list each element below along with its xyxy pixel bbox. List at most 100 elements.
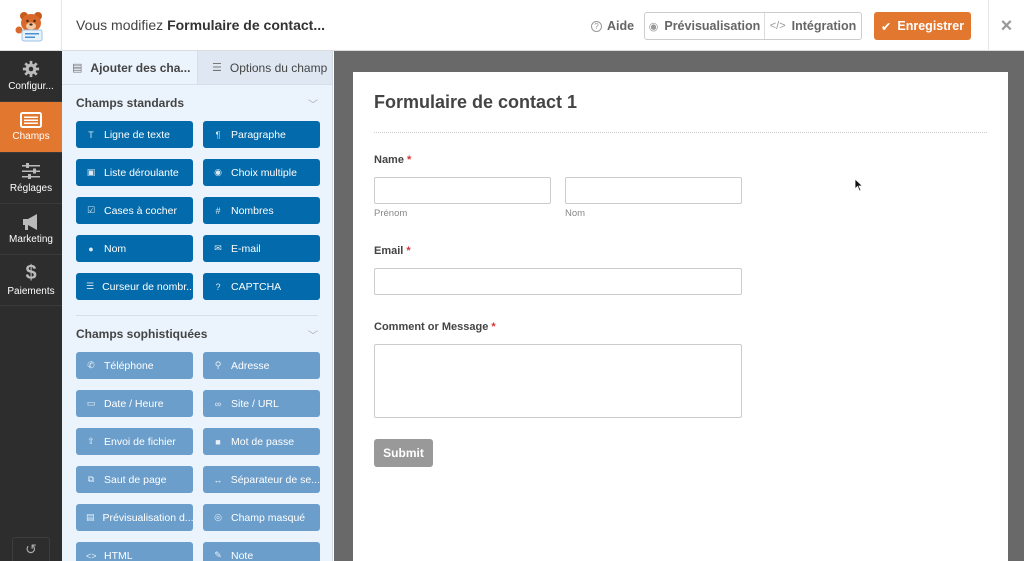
field-button-password[interactable]: ■ Mot de passe [203, 428, 320, 455]
message-field-label[interactable]: Comment or Message * [374, 321, 496, 333]
field-button-multiple-choice[interactable]: ◉ Choix multiple [203, 159, 320, 186]
form-name: Formulaire de contact... [167, 17, 325, 33]
form-preview-area: Formulaire de contact 1 Name * Prénom Nom… [334, 51, 1024, 561]
nav-item-setup[interactable]: Configur... [0, 51, 62, 102]
close-button[interactable]: × [988, 0, 1024, 51]
tab-field-options[interactable]: ☰ Options du champ [198, 51, 332, 84]
phone-icon: ✆ [87, 360, 95, 370]
gear-icon [22, 60, 40, 78]
code-icon: <> [86, 550, 97, 561]
wpforms-logo [0, 0, 62, 51]
text-icon: T [88, 129, 94, 140]
envelope-icon: ✉ [214, 243, 222, 253]
dollar-icon: $ [25, 262, 37, 284]
nav-item-fields[interactable]: Champs [0, 102, 62, 153]
check-icon: ✔ [880, 19, 892, 34]
last-name-input[interactable] [565, 177, 742, 204]
close-icon: × [1000, 14, 1013, 37]
help-link[interactable]: ? Aide [591, 19, 634, 33]
field-button-section-divider[interactable]: ↔ Séparateur de se... [203, 466, 320, 493]
sliders-icon [22, 163, 40, 179]
radio-icon: ◉ [214, 167, 222, 177]
field-button-date-time[interactable]: ▭ Date / Heure [76, 390, 193, 417]
advanced-fields-grid: ✆ Téléphone ⚲ Adresse ▭ Date / Heure ∞ Site … [62, 352, 332, 561]
slider-icon: ☰ [86, 281, 95, 291]
field-button-number-slider[interactable]: ☰ Curseur de nombr... [76, 273, 193, 300]
field-button-address[interactable]: ⚲ Adresse [203, 352, 320, 379]
field-button-dropdown[interactable]: ▣ Liste déroulante [76, 159, 193, 186]
field-button-file-upload[interactable]: ⇧ Envoi de fichier [76, 428, 193, 455]
field-button-entry-preview[interactable]: ▤ Prévisualisation d... [76, 504, 193, 531]
field-button-paragraph[interactable]: ¶ Paragraphe [203, 121, 320, 148]
standard-fields-header[interactable]: Champs standards ﹀ [62, 85, 332, 121]
hash-icon: # [215, 205, 221, 216]
embed-button[interactable]: </> Intégration [765, 13, 861, 39]
field-button-html[interactable]: <> HTML [76, 542, 193, 561]
last-name-sublabel: Nom [565, 208, 586, 219]
link-icon: ∞ [214, 398, 222, 409]
code-icon: </> [769, 20, 786, 32]
builder-nav: Configur... Champs Réglages Marketing $ … [0, 51, 62, 561]
field-button-text[interactable]: T Ligne de texte [76, 121, 193, 148]
file-icon: ▤ [86, 512, 95, 522]
lock-icon: ■ [215, 436, 221, 447]
submit-button[interactable]: Submit [374, 439, 433, 467]
sliders-icon: ☰ [212, 62, 222, 74]
email-input[interactable] [374, 268, 742, 295]
checkbox-icon: ☑ [86, 205, 96, 215]
calendar-icon: ▭ [86, 398, 96, 408]
nav-item-payments[interactable]: $ Paiements [0, 255, 62, 306]
nav-item-marketing[interactable]: Marketing [0, 204, 62, 255]
message-textarea[interactable] [374, 344, 742, 418]
pencil-icon: ✎ [214, 550, 222, 560]
paragraph-icon: ¶ [215, 129, 221, 140]
eye-icon: ◉ [648, 20, 659, 33]
field-button-hidden-field[interactable]: ◎ Champ masqué [203, 504, 320, 531]
page-title: Vous modifiez Formulaire de contact... [76, 17, 325, 33]
list-icon: ▤ [72, 62, 83, 74]
nav-item-settings[interactable]: Réglages [0, 153, 62, 204]
form-preview: Formulaire de contact 1 Name * Prénom Nom… [353, 72, 1008, 561]
field-button-checkboxes[interactable]: ☑ Cases à cocher [76, 197, 193, 224]
field-button-name[interactable]: ● Nom [76, 235, 193, 262]
advanced-fields-header[interactable]: Champs sophistiquées ﹀ [62, 316, 332, 352]
field-button-note[interactable]: ✎ Note [203, 542, 320, 561]
chevron-down-icon: ﹀ [308, 330, 318, 342]
first-name-input[interactable] [374, 177, 551, 204]
field-button-captcha[interactable]: ? CAPTCHA [203, 273, 320, 300]
arrows-horizontal-icon: ↔ [213, 474, 223, 485]
fields-panel: ▤ Ajouter des cha... ☰ Options du champ … [62, 51, 333, 561]
mouse-cursor-icon [854, 178, 864, 192]
bear-mascot-icon [15, 11, 42, 41]
dropdown-icon: ▣ [86, 167, 96, 177]
chevron-down-icon: ﹀ [308, 99, 318, 111]
name-field-label[interactable]: Name * [374, 154, 411, 166]
copy-icon: ⧉ [87, 474, 95, 484]
field-button-url[interactable]: ∞ Site / URL [203, 390, 320, 417]
preview-button[interactable]: ◉ Prévisualisation [645, 13, 765, 39]
required-marker: * [491, 321, 496, 333]
help-icon: ? [591, 20, 602, 32]
tab-add-fields[interactable]: ▤ Ajouter des cha... [62, 51, 198, 84]
revisions-button[interactable]: ↺ [12, 537, 50, 561]
map-pin-icon: ⚲ [214, 360, 222, 370]
first-name-sublabel: Prénom [374, 208, 408, 219]
required-marker: * [406, 154, 412, 166]
field-button-numbers[interactable]: # Nombres [203, 197, 320, 224]
standard-fields-grid: T Ligne de texte ¶ Paragraphe ▣ Liste dérou… [62, 121, 332, 300]
field-button-phone[interactable]: ✆ Téléphone [76, 352, 193, 379]
email-field-label[interactable]: Email * [374, 245, 411, 257]
top-bar: Vous modifiez Formulaire de contact... ?… [0, 0, 1024, 51]
preview-embed-group: ◉ Prévisualisation </> Intégration [644, 12, 862, 40]
megaphone-icon [23, 214, 37, 230]
history-icon: ↺ [25, 541, 37, 557]
upload-icon: ⇧ [87, 436, 95, 446]
form-title: Formulaire de contact 1 [374, 92, 578, 112]
title-divider [374, 132, 987, 133]
field-button-page-break[interactable]: ⧉ Saut de page [76, 466, 193, 493]
field-button-email[interactable]: ✉ E-mail [203, 235, 320, 262]
save-button[interactable]: ✔ Enregistrer [874, 12, 971, 40]
user-icon: ● [88, 243, 94, 254]
fields-icon [20, 112, 42, 128]
question-icon: ? [215, 281, 221, 292]
